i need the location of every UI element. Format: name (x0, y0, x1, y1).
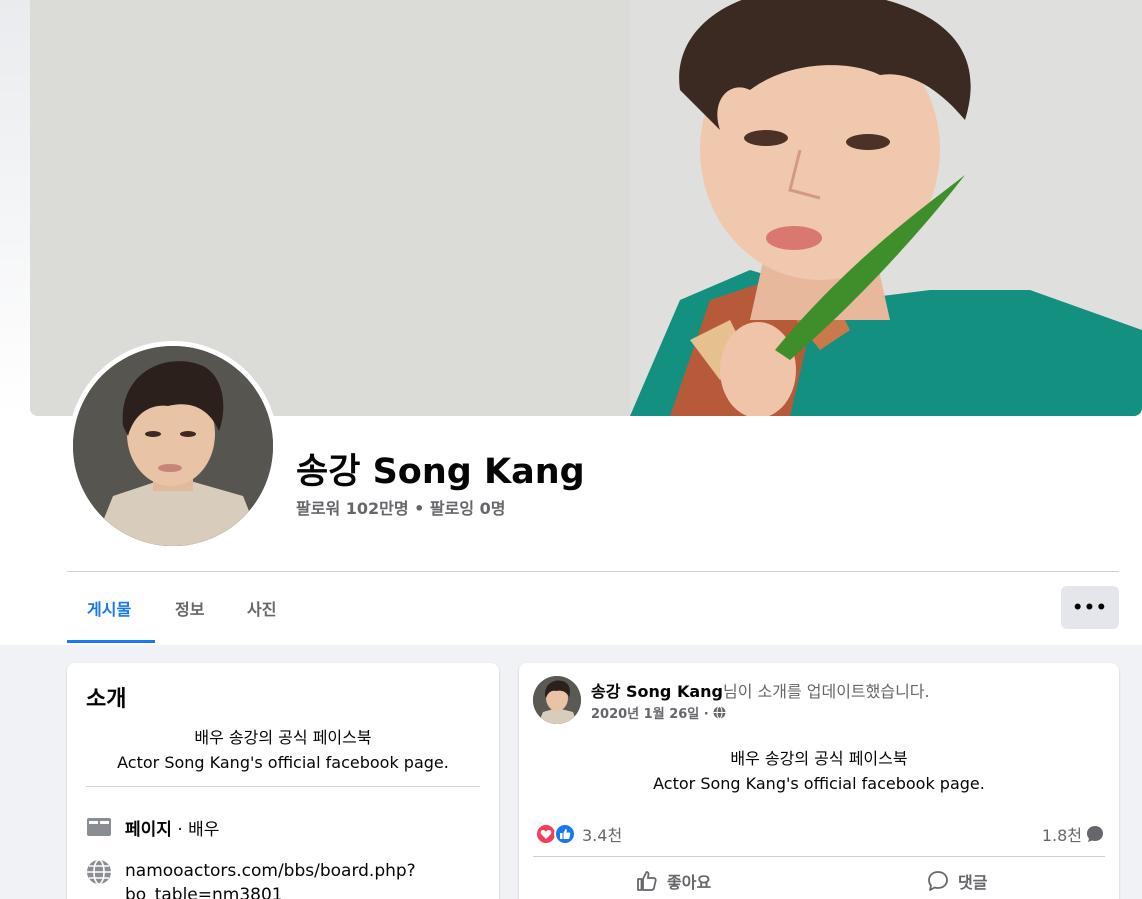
reaction-count: 3.4천 (582, 826, 623, 845)
comment-summary[interactable]: 1.8천 (1042, 822, 1104, 846)
post-action-text: 님이 소개를 업데이트했습니다. (722, 682, 930, 701)
post-divider (533, 856, 1105, 857)
post-text-english: Actor Song Kang's official facebook page… (653, 774, 985, 793)
category-value: · 배우 (171, 820, 220, 840)
globe-icon (86, 859, 112, 885)
comment-count: 1.8천 (1041, 826, 1082, 845)
post-avatar-illustration (533, 676, 581, 724)
website-link[interactable]: namooactors.com/bbs/board.php? bo_table=… (125, 859, 416, 899)
intro-title: 소개 (86, 687, 127, 712)
like-reaction-icon (554, 823, 576, 845)
active-tab-indicator (67, 640, 155, 643)
comment-bubble-icon (1086, 825, 1104, 843)
bio-english: Actor Song Kang's official facebook page… (117, 753, 449, 772)
category-label: 페이지 (125, 820, 172, 840)
thumbs-up-icon (636, 870, 667, 892)
tab-about[interactable]: 정보 (175, 596, 204, 620)
post-card: 송강 Song Kang님이 소개를 업데이트했습니다. 2020년 1월 26… (519, 663, 1119, 899)
page-title: 송강 Song Kang (296, 452, 585, 492)
tab-posts[interactable]: 게시물 (87, 596, 131, 620)
header-divider (67, 571, 1119, 572)
post-meta: 2020년 1월 26일 · (591, 703, 726, 722)
bio-korean: 배우 송강의 공식 페이스북 (194, 728, 372, 747)
intro-divider (86, 786, 480, 787)
globe-small-icon[interactable] (713, 706, 726, 719)
post-body: 배우 송강의 공식 페이스북 Actor Song Kang's officia… (519, 746, 1119, 796)
page-flag-icon (86, 815, 112, 841)
more-options-button[interactable]: ••• (1061, 586, 1119, 629)
profile-avatar[interactable] (73, 346, 273, 546)
post-text-korean: 배우 송강의 공식 페이스북 (730, 749, 908, 768)
comment-label: 댓글 (958, 873, 988, 892)
intro-bio: 배우 송강의 공식 페이스북 Actor Song Kang's officia… (67, 725, 499, 775)
website-line-1: namooactors.com/bbs/board.php? (125, 861, 416, 881)
website-line-2: bo_table=nm3801 (125, 885, 283, 899)
intro-card: 소개 배우 송강의 공식 페이스북 Actor Song Kang's offi… (67, 663, 499, 899)
post-header: 송강 Song Kang님이 소개를 업데이트했습니다. (591, 678, 930, 702)
category-row: 페이지 · 배우 (86, 815, 219, 841)
speech-bubble-icon (927, 870, 958, 892)
like-button[interactable]: 좋아요 (636, 869, 711, 893)
like-label: 좋아요 (667, 873, 712, 892)
reaction-summary[interactable]: 3.4천 (535, 822, 622, 846)
avatar-illustration (73, 346, 273, 546)
follower-stats[interactable]: 팔로워 102만명 • 팔로잉 0명 (296, 495, 506, 519)
post-author-avatar[interactable] (533, 676, 581, 724)
website-row: namooactors.com/bbs/board.php? bo_table=… (86, 859, 416, 899)
tab-photos[interactable]: 사진 (247, 596, 276, 620)
post-author-name[interactable]: 송강 Song Kang (591, 682, 723, 701)
comment-button[interactable]: 댓글 (927, 869, 987, 893)
post-date[interactable]: 2020년 1월 26일 · (591, 703, 709, 722)
